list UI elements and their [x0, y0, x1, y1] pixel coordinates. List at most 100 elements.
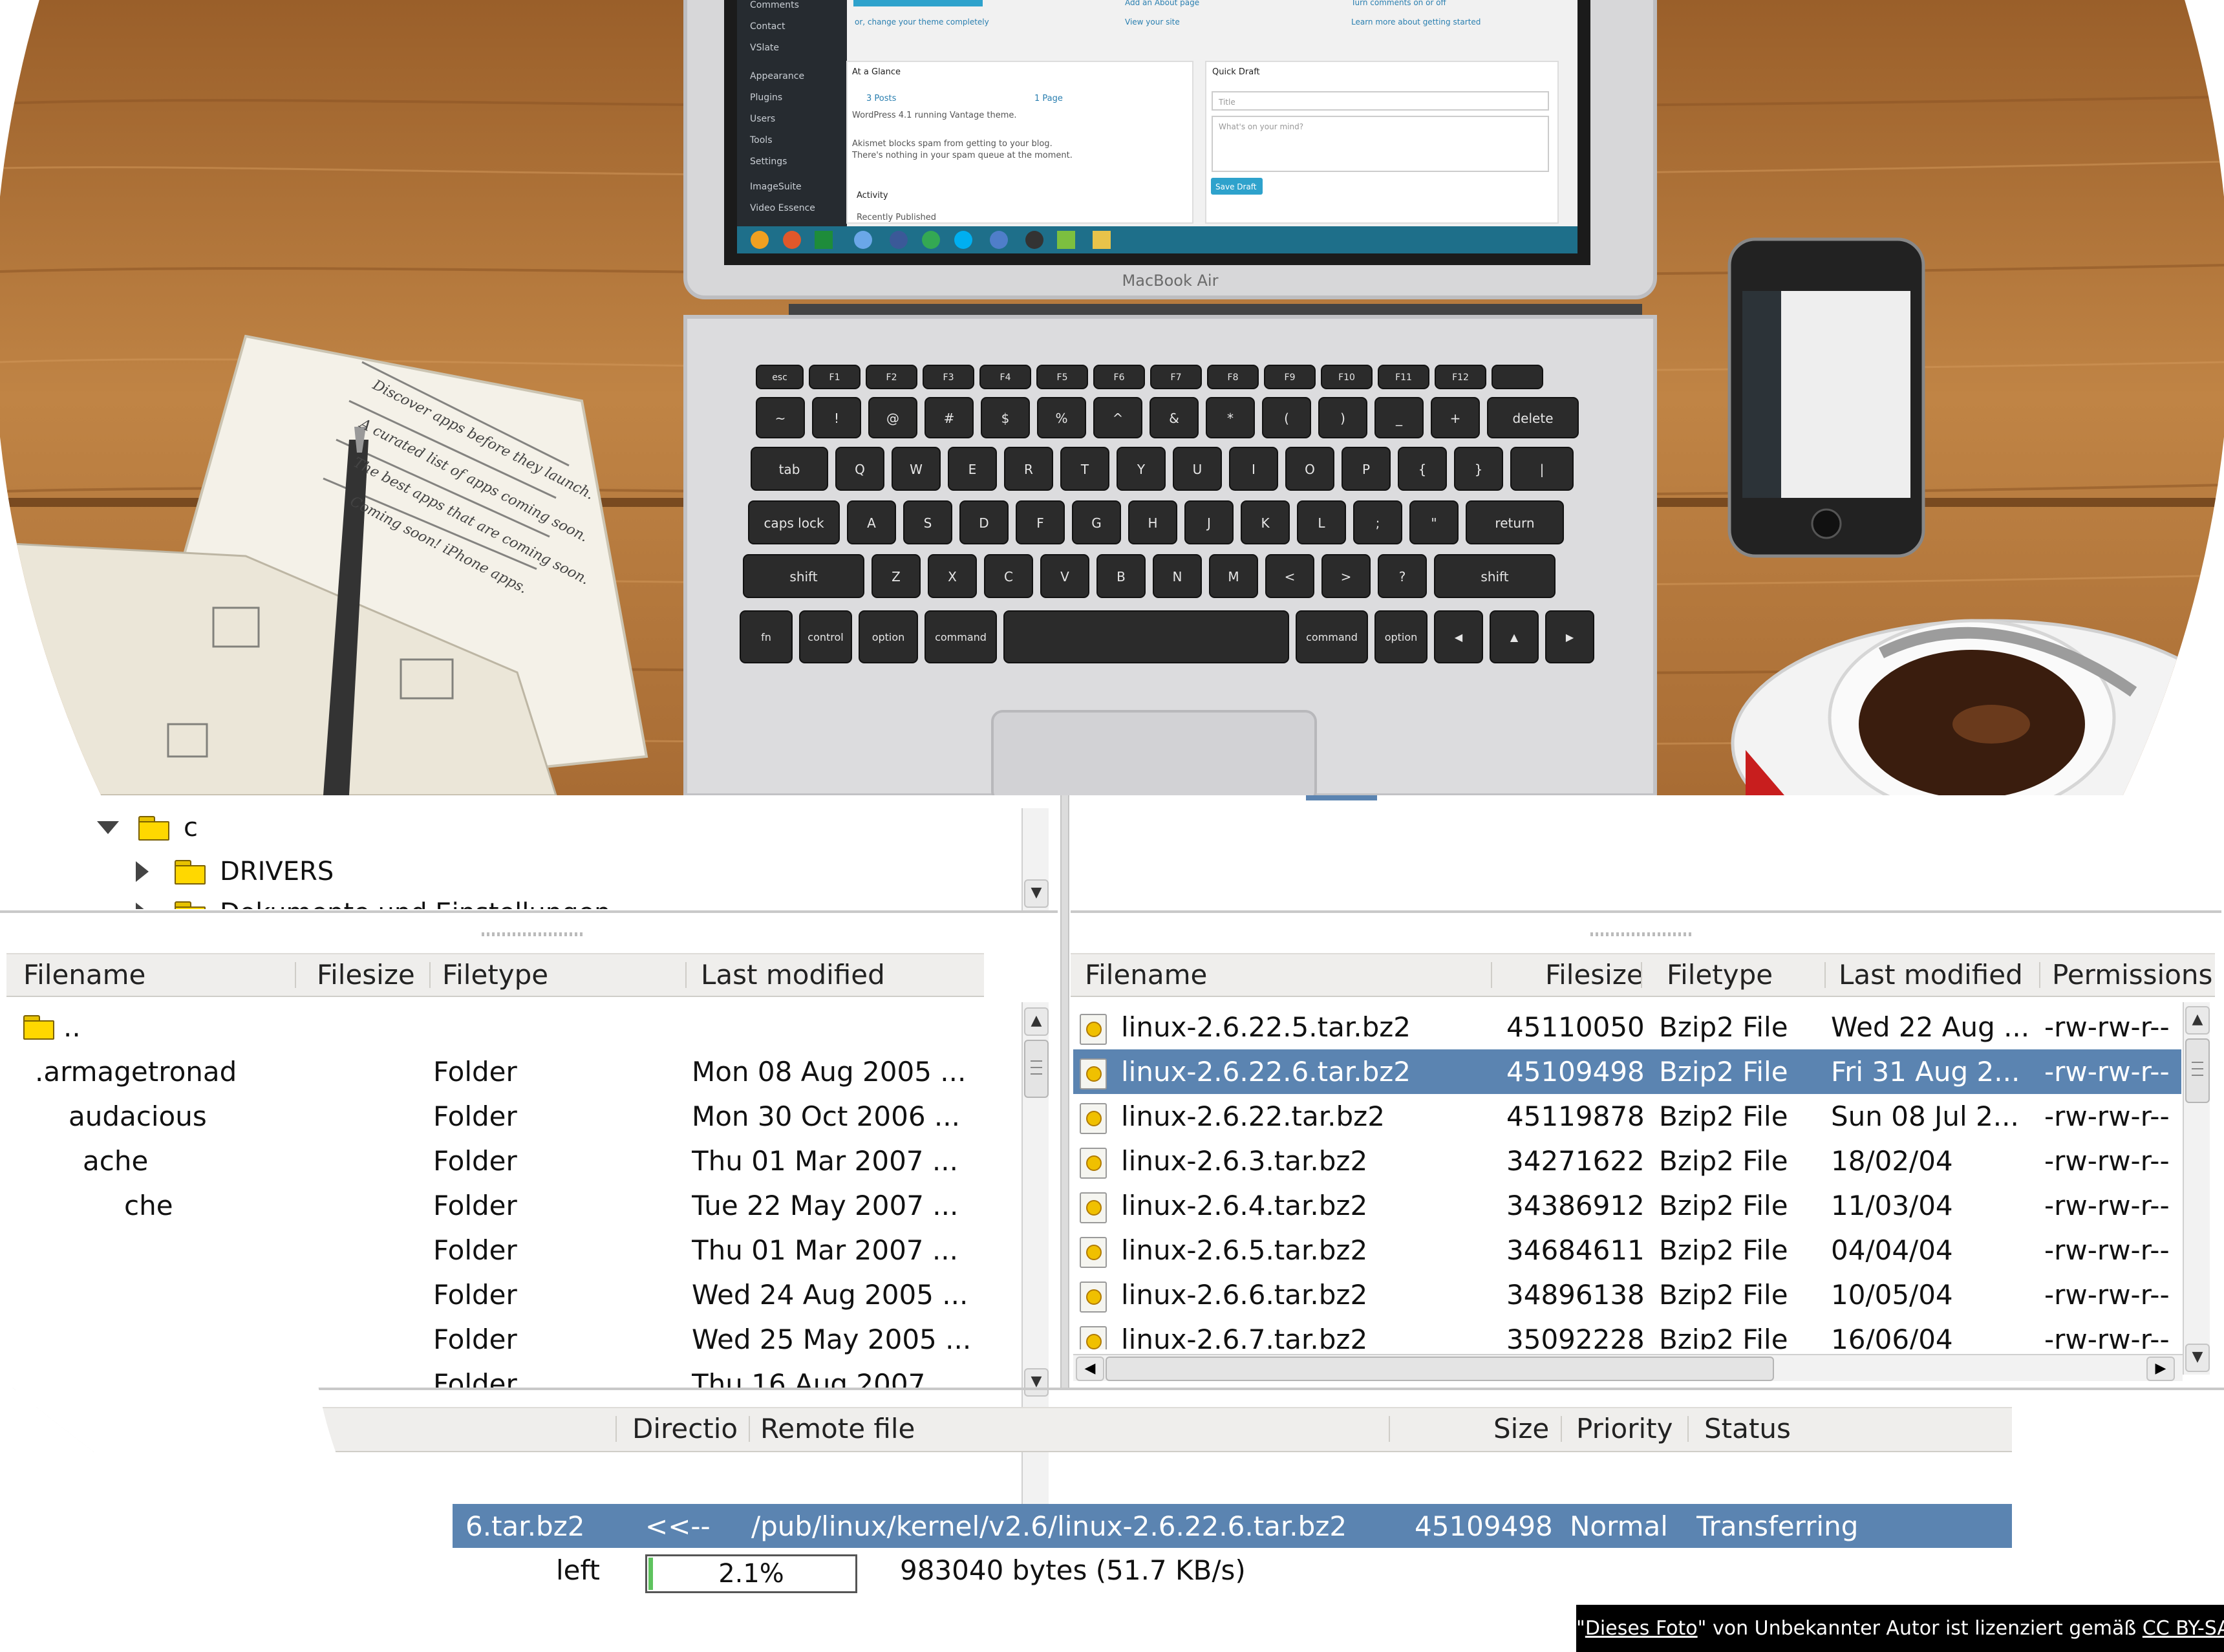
- key-label: Y: [1137, 462, 1146, 477]
- local-list-scrollbar[interactable]: ▲ ▼: [1021, 1002, 1049, 1532]
- table-row[interactable]: linux-2.6.7.tar.bz2 35092228 Bzip2 File 16/…: [1073, 1317, 2181, 1349]
- archive-file-icon: [1080, 1058, 1107, 1089]
- key: [1492, 365, 1543, 389]
- scroll-up-icon[interactable]: ▲: [2185, 1006, 2210, 1035]
- key-label: $: [1001, 411, 1010, 426]
- photo-link[interactable]: Dieses Foto: [1585, 1617, 1698, 1640]
- scroll-left-icon[interactable]: ◀: [1076, 1357, 1104, 1381]
- table-row[interactable]: linux-2.6.6.tar.bz2 34896138 Bzip2 File 10/…: [1073, 1272, 2181, 1317]
- key-label: return: [1495, 515, 1534, 531]
- glance-spam: There's nothing in your spam queue at th…: [851, 151, 1073, 160]
- key-label: }: [1475, 462, 1483, 477]
- splitter-grip[interactable]: [482, 932, 585, 936]
- col-direction[interactable]: Directio: [632, 1408, 749, 1450]
- col-last-modified[interactable]: Last modified: [1839, 954, 2023, 996]
- permissions-cell: -rw-rw-r--: [2044, 1279, 2170, 1311]
- wp-link-3: Turn comments on or off: [1351, 0, 1447, 7]
- col-filetype[interactable]: Filetype: [1667, 954, 1773, 996]
- modified-cell: Wed 25 May 2005 ...: [692, 1324, 972, 1355]
- table-row[interactable]: linux-2.6.22.6.tar.bz2 45109498 Bzip2 File…: [1073, 1049, 2181, 1094]
- scroll-down-icon[interactable]: ▼: [1024, 879, 1049, 908]
- tree-scrollbar[interactable]: ▼: [1021, 808, 1049, 910]
- key-label: V: [1060, 569, 1069, 585]
- scroll-right-icon[interactable]: ▶: [2146, 1357, 2175, 1381]
- key-label: U: [1193, 462, 1203, 477]
- key-label: C: [1004, 569, 1013, 585]
- archive-file-icon: [1080, 1237, 1107, 1268]
- table-row[interactable]: linux-2.6.4.tar.bz2 34386912 Bzip2 File 11/…: [1073, 1183, 2181, 1228]
- modified-cell: Tue 22 May 2007 ...: [692, 1190, 959, 1221]
- scroll-thumb[interactable]: [2185, 1038, 2210, 1103]
- credit-prefix: ": [1576, 1617, 1585, 1640]
- remote-horizontal-scrollbar[interactable]: ◀ ▶: [1073, 1354, 2183, 1381]
- scroll-down-icon[interactable]: ▼: [2185, 1344, 2210, 1372]
- scroll-up-icon[interactable]: ▲: [1024, 1007, 1049, 1036]
- save-draft-button: Save Draft: [1215, 182, 1257, 191]
- key-label: ^: [1113, 411, 1124, 426]
- filesize-cell: 34684611: [1506, 1234, 1645, 1266]
- filename-cell: linux-2.6.4.tar.bz2: [1121, 1190, 1368, 1221]
- filetype-cell: Bzip2 File: [1659, 1056, 1788, 1088]
- col-priority[interactable]: Priority: [1576, 1408, 1673, 1450]
- key-label: W: [910, 462, 923, 477]
- col-size[interactable]: Size: [1493, 1408, 1549, 1450]
- draft-title-placeholder: Title: [1218, 98, 1235, 107]
- wp-menu-0: Comments: [750, 0, 799, 10]
- crop-mask: [0, 1377, 453, 1652]
- key-label: P: [1362, 462, 1370, 477]
- permissions-cell: -rw-rw-r--: [2044, 1145, 2170, 1177]
- key-label: N: [1173, 569, 1182, 585]
- table-row[interactable]: linux-2.6.22.tar.bz2 45119878 Bzip2 File Su…: [1073, 1094, 2181, 1139]
- col-remote-file[interactable]: Remote file: [760, 1408, 915, 1450]
- col-status[interactable]: Status: [1704, 1408, 1791, 1450]
- key-label: F12: [1452, 372, 1469, 383]
- col-filesize[interactable]: Filesize: [1545, 954, 1643, 996]
- remote-tree-scroll-indicator: [1306, 795, 1377, 800]
- key-label: !: [834, 411, 839, 426]
- col-last-modified[interactable]: Last modified: [701, 954, 885, 996]
- wp-menu-2: VSlate: [750, 43, 779, 53]
- col-filename[interactable]: Filename: [1085, 954, 1207, 996]
- key-label: &: [1169, 411, 1179, 426]
- wp-link-0: or, change your theme completely: [855, 17, 989, 27]
- key-label: H: [1148, 515, 1157, 531]
- modified-cell: Mon 30 Oct 2006 ...: [692, 1100, 960, 1132]
- modified-cell: 11/03/04: [1831, 1190, 1953, 1221]
- laptop-brand: MacBook Air: [1122, 272, 1219, 290]
- archive-file-icon: [1080, 1014, 1107, 1045]
- progress-label: 2.1%: [718, 1559, 784, 1589]
- key-label: shift: [789, 569, 817, 585]
- key-label: ): [1340, 411, 1345, 426]
- modified-cell: Sun 08 Jul 2...: [1831, 1100, 2019, 1132]
- scroll-down-icon[interactable]: ▼: [1024, 1368, 1049, 1397]
- modified-cell: 10/05/04: [1831, 1279, 1953, 1311]
- photo-scene: Comments Contact VSlate Appearance Plugi…: [0, 0, 2224, 795]
- draft-body-placeholder: What's on your mind?: [1219, 122, 1303, 131]
- key-label: @: [886, 411, 899, 426]
- key-label: F7: [1171, 372, 1182, 383]
- key-label: |: [1540, 462, 1545, 477]
- quick-draft-title: Quick Draft: [1212, 67, 1260, 77]
- filename-cell: linux-2.6.3.tar.bz2: [1121, 1145, 1368, 1177]
- table-row[interactable]: linux-2.6.5.tar.bz2 34684611 Bzip2 File 04/…: [1073, 1228, 2181, 1272]
- key-label: A: [867, 515, 876, 531]
- key-label: F10: [1338, 372, 1355, 383]
- remote-splitter-grip[interactable]: [1590, 932, 1694, 936]
- modified-cell: Thu 16 Aug 2007: [692, 1368, 926, 1388]
- glance-posts: 3 Posts: [866, 94, 897, 103]
- key-label: B: [1117, 569, 1126, 585]
- archive-file-icon: [1080, 1326, 1107, 1349]
- scroll-thumb[interactable]: [1024, 1040, 1049, 1098]
- remote-splitter[interactable]: [1071, 910, 2221, 913]
- vertical-splitter[interactable]: [1060, 795, 1069, 1390]
- key-label: S: [924, 515, 932, 531]
- horizontal-scroll-thumb[interactable]: [1106, 1357, 1774, 1381]
- key-label: F9: [1285, 372, 1296, 383]
- table-row[interactable]: linux-2.6.22.5.tar.bz2 45110050 Bzip2 File…: [1073, 1005, 2181, 1049]
- key-label: F4: [1000, 372, 1011, 383]
- table-row[interactable]: linux-2.6.3.tar.bz2 34271622 Bzip2 File 18/…: [1073, 1139, 2181, 1183]
- license-link[interactable]: CC BY-SA: [2143, 1617, 2224, 1640]
- col-permissions[interactable]: Permissions: [2052, 954, 2215, 996]
- remote-list-scrollbar[interactable]: ▲ ▼: [2183, 1002, 2210, 1375]
- filetype-cell: Bzip2 File: [1659, 1145, 1788, 1177]
